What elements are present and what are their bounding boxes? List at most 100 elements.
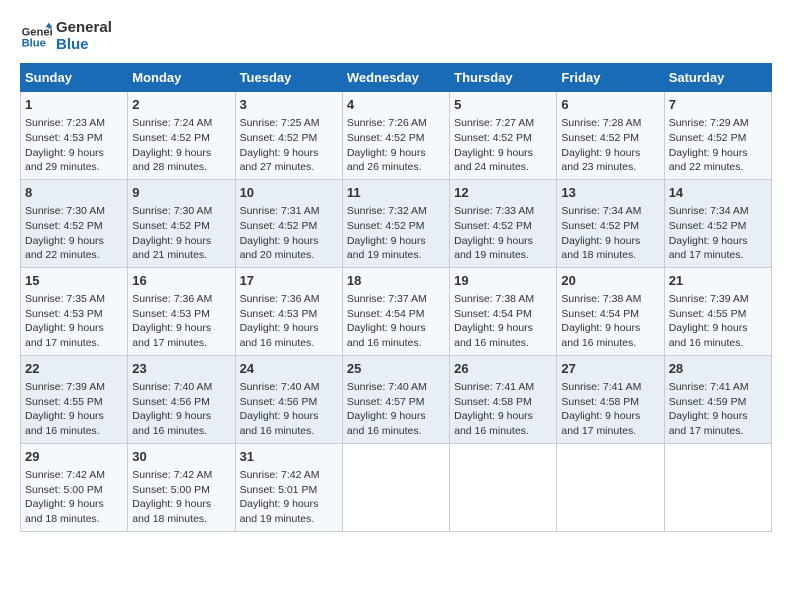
- day-cell: 20 Sunrise: 7:38 AMSunset: 4:54 PMDayligh…: [557, 267, 664, 355]
- day-info: Sunrise: 7:28 AMSunset: 4:52 PMDaylight:…: [561, 117, 641, 173]
- header-saturday: Saturday: [664, 64, 771, 92]
- day-number: 19: [454, 272, 552, 290]
- day-info: Sunrise: 7:39 AMSunset: 4:55 PMDaylight:…: [25, 381, 105, 437]
- day-number: 14: [669, 184, 767, 202]
- week-row-4: 22 Sunrise: 7:39 AMSunset: 4:55 PMDayligh…: [21, 355, 772, 443]
- day-info: Sunrise: 7:36 AMSunset: 4:53 PMDaylight:…: [132, 293, 212, 349]
- day-info: Sunrise: 7:25 AMSunset: 4:52 PMDaylight:…: [240, 117, 320, 173]
- day-cell: [342, 443, 449, 531]
- day-info: Sunrise: 7:30 AMSunset: 4:52 PMDaylight:…: [132, 205, 212, 261]
- day-number: 1: [25, 96, 123, 114]
- day-info: Sunrise: 7:41 AMSunset: 4:58 PMDaylight:…: [561, 381, 641, 437]
- day-cell: 17Sunrise: 7:36 AMSunset: 4:53 PMDayligh…: [235, 267, 342, 355]
- day-cell: 7Sunrise: 7:29 AMSunset: 4:52 PMDaylight…: [664, 92, 771, 180]
- day-number: 25: [347, 360, 445, 378]
- day-info: Sunrise: 7:42 AMSunset: 5:00 PMDaylight:…: [132, 469, 212, 525]
- day-cell: 24 Sunrise: 7:40 AMSunset: 4:56 PMDayligh…: [235, 355, 342, 443]
- day-number: 17: [240, 272, 338, 290]
- day-cell: 30 Sunrise: 7:42 AMSunset: 5:00 PMDayligh…: [128, 443, 235, 531]
- day-number: 6: [561, 96, 659, 114]
- day-cell: 8Sunrise: 7:30 AMSunset: 4:52 PMDaylight…: [21, 179, 128, 267]
- calendar-table: SundayMondayTuesdayWednesdayThursdayFrid…: [20, 63, 772, 532]
- day-info: Sunrise: 7:24 AMSunset: 4:52 PMDaylight:…: [132, 117, 212, 173]
- day-number: 31: [240, 448, 338, 466]
- day-cell: [450, 443, 557, 531]
- day-cell: 31 Sunrise: 7:42 AMSunset: 5:01 PMDayligh…: [235, 443, 342, 531]
- day-cell: 16 Sunrise: 7:36 AMSunset: 4:53 PMDayligh…: [128, 267, 235, 355]
- day-info: Sunrise: 7:38 AMSunset: 4:54 PMDaylight:…: [561, 293, 641, 349]
- day-cell: 15 Sunrise: 7:35 AMSunset: 4:53 PMDayligh…: [21, 267, 128, 355]
- day-cell: 3 Sunrise: 7:25 AMSunset: 4:52 PMDaylight…: [235, 92, 342, 180]
- day-number: 24: [240, 360, 338, 378]
- day-cell: 28 Sunrise: 7:41 AMSunset: 4:59 PMDayligh…: [664, 355, 771, 443]
- week-row-1: 1 Sunrise: 7:23 AMSunset: 4:53 PMDaylight…: [21, 92, 772, 180]
- day-cell: 23Sunrise: 7:40 AMSunset: 4:56 PMDayligh…: [128, 355, 235, 443]
- logo-line2: Blue: [56, 37, 112, 54]
- day-cell: 13 Sunrise: 7:34 AMSunset: 4:52 PMDayligh…: [557, 179, 664, 267]
- day-number: 9: [132, 184, 230, 202]
- day-info: Sunrise: 7:29 AMSunset: 4:52 PMDaylight:…: [669, 117, 749, 173]
- day-number: 13: [561, 184, 659, 202]
- svg-text:Blue: Blue: [22, 37, 46, 49]
- day-cell: 27 Sunrise: 7:41 AMSunset: 4:58 PMDayligh…: [557, 355, 664, 443]
- day-cell: 14 Sunrise: 7:34 AMSunset: 4:52 PMDayligh…: [664, 179, 771, 267]
- day-info: Sunrise: 7:27 AMSunset: 4:52 PMDaylight:…: [454, 117, 534, 173]
- day-cell: 2 Sunrise: 7:24 AMSunset: 4:52 PMDaylight…: [128, 92, 235, 180]
- day-number: 4: [347, 96, 445, 114]
- header: General Blue General Blue: [20, 20, 772, 53]
- day-info: Sunrise: 7:35 AMSunset: 4:53 PMDaylight:…: [25, 293, 105, 349]
- svg-text:General: General: [22, 26, 52, 38]
- day-cell: 9 Sunrise: 7:30 AMSunset: 4:52 PMDaylight…: [128, 179, 235, 267]
- day-number: 2: [132, 96, 230, 114]
- day-info: Sunrise: 7:34 AMSunset: 4:52 PMDaylight:…: [669, 205, 749, 261]
- day-info: Sunrise: 7:37 AMSunset: 4:54 PMDaylight:…: [347, 293, 427, 349]
- day-number: 27: [561, 360, 659, 378]
- day-cell: 5 Sunrise: 7:27 AMSunset: 4:52 PMDaylight…: [450, 92, 557, 180]
- day-info: Sunrise: 7:33 AMSunset: 4:52 PMDaylight:…: [454, 205, 534, 261]
- day-info: Sunrise: 7:38 AMSunset: 4:54 PMDaylight:…: [454, 293, 534, 349]
- day-number: 20: [561, 272, 659, 290]
- day-cell: 6 Sunrise: 7:28 AMSunset: 4:52 PMDaylight…: [557, 92, 664, 180]
- day-cell: 18 Sunrise: 7:37 AMSunset: 4:54 PMDayligh…: [342, 267, 449, 355]
- day-number: 10: [240, 184, 338, 202]
- day-number: 21: [669, 272, 767, 290]
- day-cell: [664, 443, 771, 531]
- day-number: 28: [669, 360, 767, 378]
- day-cell: 12 Sunrise: 7:33 AMSunset: 4:52 PMDayligh…: [450, 179, 557, 267]
- day-cell: 21 Sunrise: 7:39 AMSunset: 4:55 PMDayligh…: [664, 267, 771, 355]
- day-number: 30: [132, 448, 230, 466]
- day-number: 5: [454, 96, 552, 114]
- day-info: Sunrise: 7:32 AMSunset: 4:52 PMDaylight:…: [347, 205, 427, 261]
- week-row-2: 8 Sunrise: 7:30 AMSunset: 4:52 PMDaylight…: [21, 179, 772, 267]
- day-info: Sunrise: 7:39 AMSunset: 4:55 PMDaylight:…: [669, 293, 749, 349]
- logo-line1: General: [56, 20, 112, 37]
- header-thursday: Thursday: [450, 64, 557, 92]
- day-cell: [557, 443, 664, 531]
- day-number: 29: [25, 448, 123, 466]
- day-cell: 4 Sunrise: 7:26 AMSunset: 4:52 PMDaylight…: [342, 92, 449, 180]
- header-wednesday: Wednesday: [342, 64, 449, 92]
- day-info: Sunrise: 7:40 AMSunset: 4:57 PMDaylight:…: [347, 381, 427, 437]
- day-cell: 10 Sunrise: 7:31 AMSunset: 4:52 PMDayligh…: [235, 179, 342, 267]
- day-cell: 26Sunrise: 7:41 AMSunset: 4:58 PMDayligh…: [450, 355, 557, 443]
- day-info: Sunrise: 7:40 AMSunset: 4:56 PMDaylight:…: [240, 381, 320, 437]
- day-info: Sunrise: 7:34 AMSunset: 4:52 PMDaylight:…: [561, 205, 641, 261]
- day-number: 15: [25, 272, 123, 290]
- day-number: 16: [132, 272, 230, 290]
- day-info: Sunrise: 7:31 AMSunset: 4:52 PMDaylight:…: [240, 205, 320, 261]
- day-info: Sunrise: 7:41 AMSunset: 4:59 PMDaylight:…: [669, 381, 749, 437]
- day-number: 8: [25, 184, 123, 202]
- day-number: 3: [240, 96, 338, 114]
- day-cell: 25 Sunrise: 7:40 AMSunset: 4:57 PMDayligh…: [342, 355, 449, 443]
- header-monday: Monday: [128, 64, 235, 92]
- day-info: Sunrise: 7:42 AMSunset: 5:01 PMDaylight:…: [240, 469, 320, 525]
- header-sunday: Sunday: [21, 64, 128, 92]
- day-number: 12: [454, 184, 552, 202]
- day-number: 18: [347, 272, 445, 290]
- day-info: Sunrise: 7:23 AMSunset: 4:53 PMDaylight:…: [25, 117, 105, 173]
- day-number: 22: [25, 360, 123, 378]
- day-cell: 19 Sunrise: 7:38 AMSunset: 4:54 PMDayligh…: [450, 267, 557, 355]
- logo-icon: General Blue: [20, 21, 52, 53]
- day-cell: 29Sunrise: 7:42 AMSunset: 5:00 PMDayligh…: [21, 443, 128, 531]
- day-info: Sunrise: 7:26 AMSunset: 4:52 PMDaylight:…: [347, 117, 427, 173]
